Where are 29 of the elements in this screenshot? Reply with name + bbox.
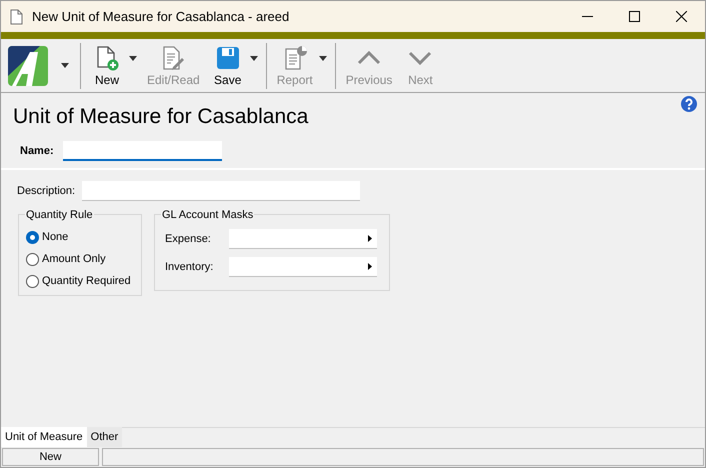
mask-label: Inventory: xyxy=(165,260,214,275)
mask-field[interactable] xyxy=(229,229,377,249)
maximize-icon[interactable] xyxy=(629,11,640,22)
description-label: Description: xyxy=(17,184,76,199)
radio-option[interactable]: Quantity Required xyxy=(26,273,141,289)
close-icon[interactable] xyxy=(676,11,687,22)
name-field[interactable] xyxy=(63,141,222,161)
radio-option[interactable]: Amount Only xyxy=(26,251,141,267)
arrow-right-icon[interactable] xyxy=(368,263,372,270)
page-heading: Unit of Measure for Casablanca xyxy=(13,104,308,130)
form-tab[interactable]: Other xyxy=(86,427,122,447)
arrow-right-icon[interactable] xyxy=(368,235,372,242)
name-label: Name: xyxy=(20,144,55,159)
description-field[interactable] xyxy=(82,181,360,201)
status-mode: New xyxy=(2,448,99,466)
radio-option[interactable]: None xyxy=(26,229,141,245)
new-button[interactable]: New xyxy=(85,42,129,88)
help-icon[interactable] xyxy=(681,96,697,112)
mask-field[interactable] xyxy=(229,257,377,277)
document-icon xyxy=(10,8,23,24)
window-title: New Unit of Measure for Casablanca - areed xyxy=(32,8,290,26)
mask-label: Expense: xyxy=(165,232,212,247)
app-logo-icon[interactable] xyxy=(8,46,48,86)
form-tab[interactable]: Unit of Measure xyxy=(1,427,87,447)
caret-icon[interactable] xyxy=(250,56,258,61)
save-button[interactable]: Save xyxy=(206,42,250,88)
caret-icon[interactable] xyxy=(61,63,69,68)
caret-icon[interactable] xyxy=(129,56,137,61)
group-title: Quantity Rule xyxy=(25,207,94,224)
